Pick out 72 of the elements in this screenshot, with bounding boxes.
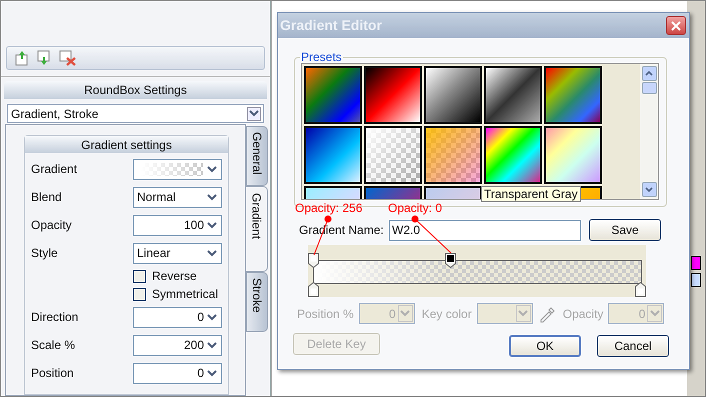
chevron-icon [207,314,217,320]
chevron-icon [518,310,528,317]
vertical-tab[interactable]: Stroke [246,272,268,332]
gradient-dropdown[interactable] [133,158,222,180]
preset-dropdown[interactable]: Gradient, Stroke [7,104,264,123]
chevron-icon [207,370,217,376]
scroll-thumb[interactable] [642,82,656,94]
annotation-text: Opacity: 0 [388,200,442,217]
color-chip [691,273,701,287]
field-label: Position % [297,306,354,322]
move-down-icon[interactable] [37,50,51,66]
gradient-swatch[interactable] [484,126,542,184]
name-input[interactable]: W2.0 [389,220,581,240]
select-dropdown[interactable]: Linear [133,242,222,264]
number-dropdown[interactable]: 0 [133,306,222,328]
color-stop-handle[interactable] [635,282,646,297]
gradient-swatch[interactable] [304,66,362,124]
number-dropdown[interactable]: 0 [133,362,222,384]
cancel-button[interactable]: Cancel [597,335,669,357]
field-label: Direction [31,309,78,326]
number-dropdown[interactable]: 100 [133,214,222,236]
eyedropper-icon[interactable] [538,304,556,322]
chevron-icon [207,166,217,172]
close-button[interactable] [666,16,686,35]
close-icon [671,20,681,30]
chevron-icon [249,110,259,117]
chevron-icon [207,222,217,228]
delete-icon[interactable] [59,50,77,66]
checkbox[interactable] [133,288,146,300]
vertical-tab[interactable]: Gradient [246,186,268,272]
gradient-swatch[interactable] [304,126,362,184]
checkbox-label: Reverse [152,268,197,285]
gradient-swatch[interactable] [544,126,602,184]
select-dropdown[interactable]: Normal [133,186,222,208]
ok-button[interactable]: OK [509,335,581,357]
chevron-icon [207,194,217,200]
scroll-up-button[interactable] [642,66,656,81]
panel-header: RoundBox Settings [4,81,267,99]
chevron-icon [400,310,410,317]
vertical-tab[interactable]: General [246,126,268,186]
gradient-swatch[interactable] [364,66,422,124]
field-label: Opacity [31,217,72,234]
color-stop-handle[interactable] [308,282,319,297]
move-up-icon[interactable] [15,50,29,66]
tooltip: Transparent Gray [481,186,581,202]
save-button[interactable]: Save [589,219,661,241]
color-stop-handle[interactable] [308,253,319,268]
window-title: Gradient Editor [280,16,382,35]
field-label: Scale % [31,337,76,354]
field-label: Key color [422,306,472,322]
gradient-swatch[interactable] [424,66,482,124]
scroll-down-button[interactable] [642,182,656,197]
chevron-icon [207,342,217,348]
field-label: Blend [31,189,62,206]
color-stop-handle[interactable] [445,253,456,268]
checkbox-label: Symmetrical [152,286,218,303]
gradient-swatch[interactable] [544,66,602,124]
color-chip [691,256,701,270]
chevron-icon [650,310,660,317]
annotation-text: Opacity: 256 [295,200,362,217]
field-label: Position [31,365,74,382]
gradient-swatch[interactable] [364,126,422,184]
group-header: Gradient settings [25,136,228,153]
chevron-icon [207,250,217,256]
number-dropdown[interactable]: 200 [133,334,222,356]
field-label: Opacity [562,306,604,322]
gradient-swatch[interactable] [484,66,542,124]
checkbox[interactable] [133,270,146,282]
field-label: Gradient [31,161,78,178]
scrollbar[interactable] [640,64,658,199]
gradient-swatch[interactable] [424,126,482,184]
field-label: Style [31,245,58,262]
